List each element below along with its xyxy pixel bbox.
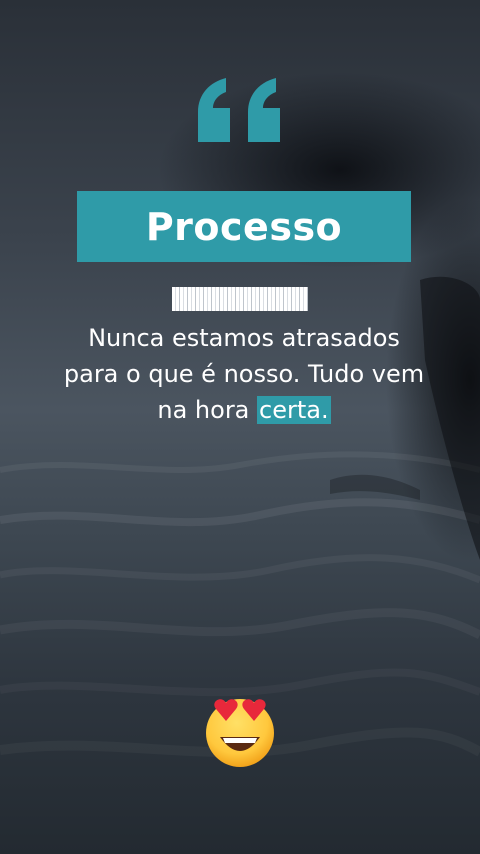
quote-title: Processo (145, 204, 343, 249)
title-banner: Processo (77, 191, 411, 262)
heart-eyes-emoji-icon (206, 699, 274, 767)
barcode-decoration (172, 287, 308, 311)
quote-body: Nunca estamos atrasados para o que é nos… (63, 324, 425, 424)
quote-text: Nunca estamos atrasados para o que é nos… (60, 320, 428, 428)
background-scene: Processo Nunca estamos atrasados para o … (0, 0, 480, 854)
highlighted-word: certa. (257, 396, 331, 424)
quote-mark-icon (198, 78, 280, 142)
